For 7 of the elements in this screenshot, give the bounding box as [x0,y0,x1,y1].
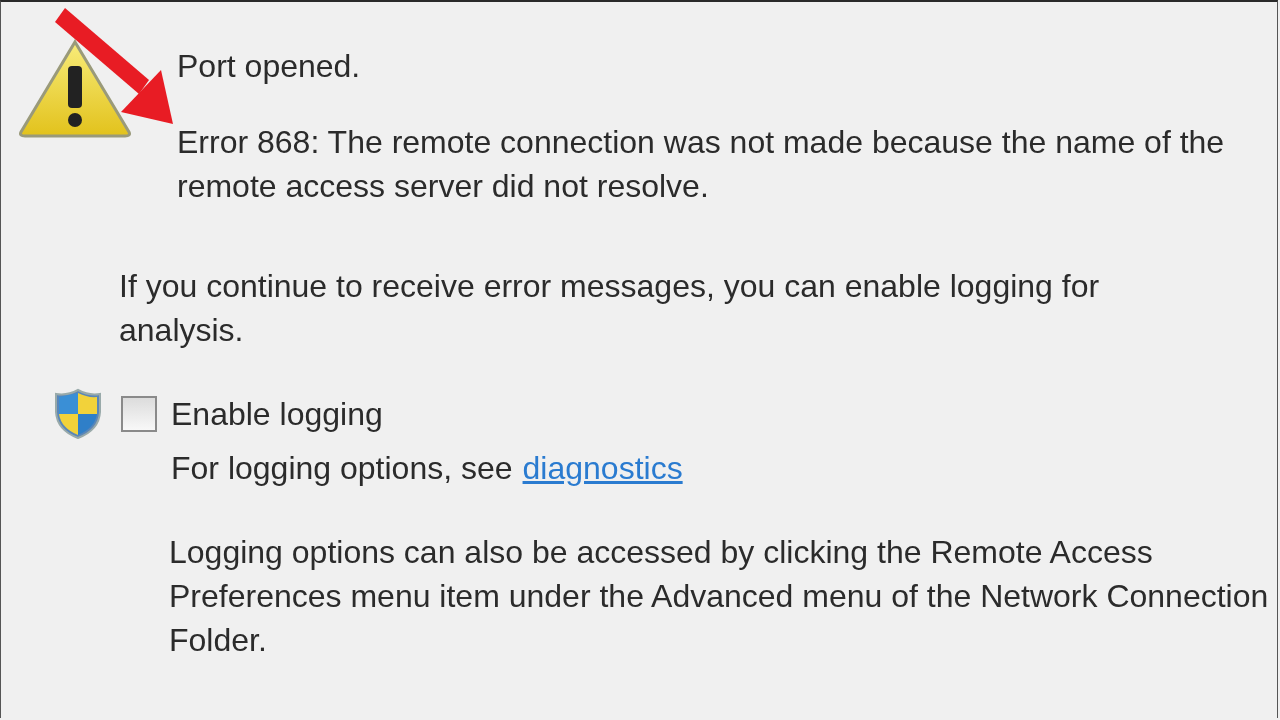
diagnostics-link[interactable]: diagnostics [522,446,683,490]
error-message: Error 868: The remote connection was not made because the name of the remote access server did not resolve. [177,123,1226,206]
logging-note: Logging options can also be accessed by clicking the Remote Access Preferences menu item under the Advanced menu of the Network Connection Folder. [169,533,1269,660]
logging-hint: For logging options, see [171,449,513,488]
advice-text: If you continue to receive error messages, you can enable logging for analysis. [119,267,1101,350]
checkbox-label: Enable logging [171,395,383,434]
status-text: Port opened. [177,47,362,86]
